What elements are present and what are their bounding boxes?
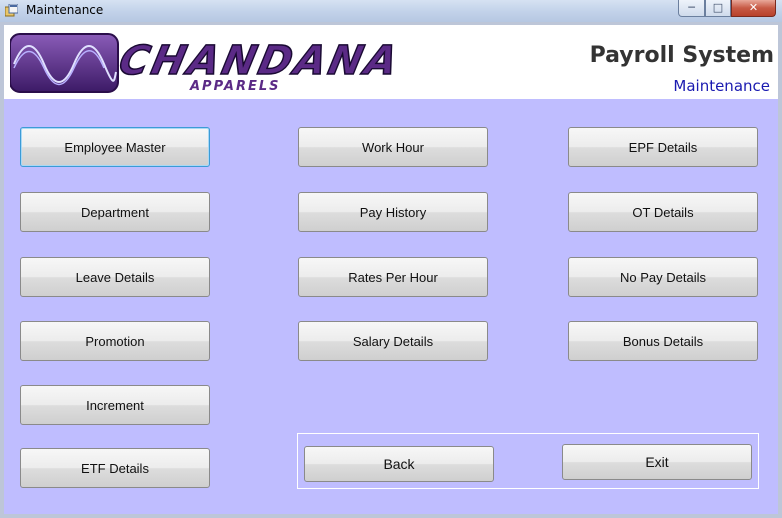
ot-details-button[interactable]: OT Details	[568, 192, 758, 232]
logo-text: CHANDANA	[115, 36, 405, 83]
client-area: CHANDANA APPARELS Payroll System Mainten…	[4, 25, 778, 514]
leave-details-button[interactable]: Leave Details	[20, 257, 210, 297]
header-banner: CHANDANA APPARELS Payroll System Mainten…	[4, 25, 778, 99]
promotion-button[interactable]: Promotion	[20, 321, 210, 361]
no-pay-details-button[interactable]: No Pay Details	[568, 257, 758, 297]
logo-subtext: APPARELS	[189, 79, 281, 94]
section-title: Maintenance	[673, 77, 770, 95]
rates-per-hour-button[interactable]: Rates Per Hour	[298, 257, 488, 297]
app-icon	[5, 4, 18, 17]
exit-button[interactable]: Exit	[562, 444, 752, 480]
bonus-details-button[interactable]: Bonus Details	[568, 321, 758, 361]
etf-details-button[interactable]: ETF Details	[20, 448, 210, 488]
close-button[interactable]: ✕	[731, 0, 776, 17]
minimize-button[interactable]: ─	[678, 0, 705, 17]
system-title: Payroll System	[589, 43, 774, 68]
work-hour-button[interactable]: Work Hour	[298, 127, 488, 167]
epf-details-button[interactable]: EPF Details	[568, 127, 758, 167]
maximize-button[interactable]: □	[705, 0, 731, 17]
pay-history-button[interactable]: Pay History	[298, 192, 488, 232]
increment-button[interactable]: Increment	[20, 385, 210, 425]
title-bar[interactable]: Maintenance ─ □ ✕	[0, 0, 782, 22]
window-title: Maintenance	[26, 3, 104, 17]
back-button[interactable]: Back	[304, 446, 494, 482]
department-button[interactable]: Department	[20, 192, 210, 232]
salary-details-button[interactable]: Salary Details	[298, 321, 488, 361]
maintenance-window: Maintenance ─ □ ✕ CHANDANA APPARELS Payr…	[0, 0, 782, 518]
employee-master-button[interactable]: Employee Master	[20, 127, 210, 167]
company-logo: CHANDANA APPARELS	[10, 33, 406, 94]
